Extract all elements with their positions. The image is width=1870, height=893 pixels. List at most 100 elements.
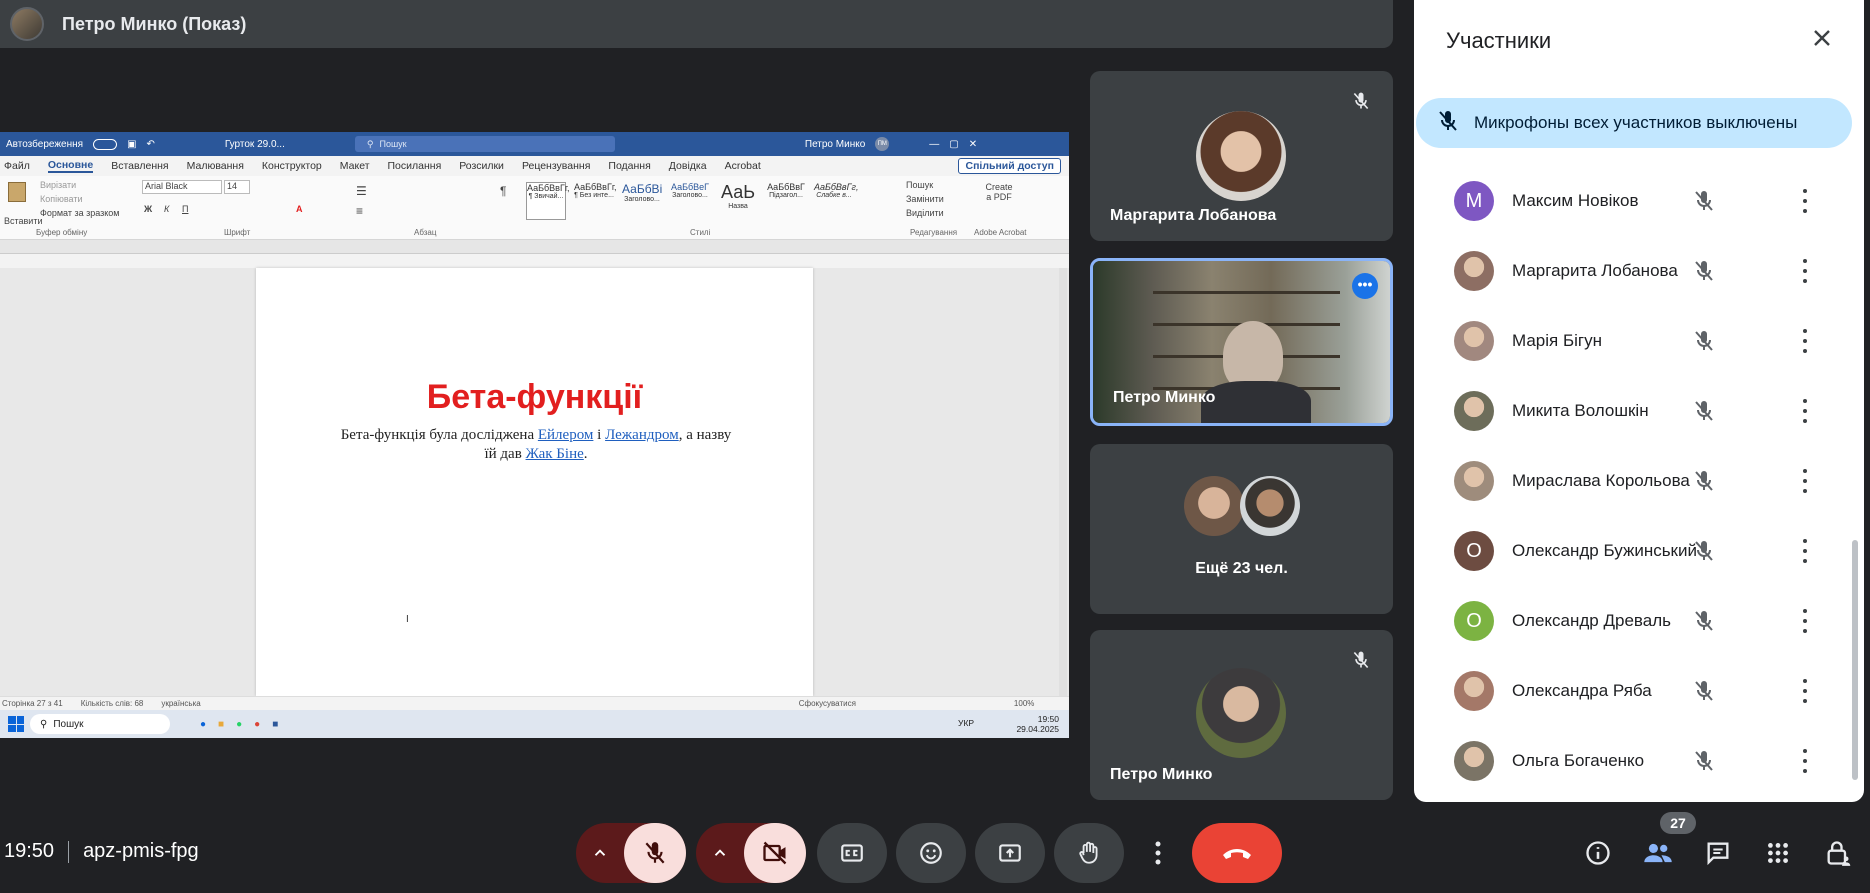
more-options-button[interactable]: [1140, 823, 1176, 883]
others-tile[interactable]: Ещё 23 чел.: [1090, 444, 1393, 614]
tab-layout[interactable]: Макет: [340, 160, 370, 172]
captions-button[interactable]: [817, 823, 887, 883]
style-title[interactable]: АаЬ Назва: [718, 182, 758, 220]
list-item[interactable]: М Максим Новіков: [1414, 166, 1854, 236]
list-item[interactable]: О Олександр Бужинський: [1414, 516, 1854, 586]
list-item[interactable]: Ольга Богаченко: [1414, 726, 1854, 796]
taskbar-search[interactable]: ⚲ Пошук: [30, 714, 170, 734]
paste-icon[interactable]: [8, 182, 32, 212]
link-euler[interactable]: Ейлером: [538, 427, 594, 443]
more-options-icon[interactable]: [1802, 399, 1808, 423]
replace-button[interactable]: Замінити: [906, 194, 944, 204]
people-button[interactable]: [1640, 836, 1676, 870]
tab-acrobat[interactable]: Acrobat: [725, 160, 761, 172]
keyboard-language[interactable]: УКР: [958, 718, 974, 728]
create-pdf-button[interactable]: Create a PDF: [984, 182, 1014, 202]
tab-mailings[interactable]: Розсилки: [459, 160, 504, 172]
style-subtitle[interactable]: АаБбВвГ Підзагол...: [766, 182, 806, 220]
italic-button[interactable]: К: [164, 204, 169, 214]
minimize-icon[interactable]: —: [929, 139, 939, 150]
underline-button[interactable]: П: [182, 204, 188, 214]
more-options-icon[interactable]: [1802, 679, 1808, 703]
copy-button[interactable]: Копіювати: [40, 194, 83, 204]
edge-icon[interactable]: ●: [200, 719, 206, 730]
more-options-icon[interactable]: •••: [1352, 273, 1378, 299]
more-options-icon[interactable]: [1802, 609, 1808, 633]
chevron-up-icon[interactable]: [696, 844, 744, 862]
chevron-up-icon[interactable]: [576, 844, 624, 862]
participant-tile[interactable]: Маргарита Лобанова: [1090, 71, 1393, 241]
chrome-icon[interactable]: ●: [254, 719, 260, 730]
tab-design[interactable]: Конструктор: [262, 160, 322, 172]
share-button[interactable]: Спільний доступ: [958, 158, 1061, 174]
bold-button[interactable]: Ж: [144, 204, 152, 214]
list-item[interactable]: Марія Бігун: [1414, 306, 1854, 376]
style-subtle-emphasis[interactable]: АаБбВвГг, Слабке в...: [814, 182, 858, 220]
participant-tile-active[interactable]: ••• Петро Минко: [1090, 258, 1393, 426]
more-options-icon[interactable]: [1802, 189, 1808, 213]
tab-file[interactable]: Файл: [4, 160, 30, 172]
style-no-spacing[interactable]: АаБбВвГг, ¶ Без инте...: [574, 182, 617, 220]
more-options-icon[interactable]: [1802, 749, 1808, 773]
windows-start-icon[interactable]: [8, 716, 24, 732]
word-search-box[interactable]: ⚲ Пошук: [354, 136, 615, 152]
more-options-icon[interactable]: [1802, 329, 1808, 353]
list-item[interactable]: Маргарита Лобанова: [1414, 236, 1854, 306]
align-left-icon[interactable]: ≡: [356, 204, 363, 218]
close-icon[interactable]: [1810, 26, 1834, 50]
list-item[interactable]: Олександра Ряба: [1414, 656, 1854, 726]
link-binet[interactable]: Жак Біне: [526, 446, 584, 462]
paste-label[interactable]: Вставити: [4, 216, 43, 226]
save-icon[interactable]: ▣: [127, 139, 136, 150]
select-button[interactable]: Виділити: [906, 208, 944, 218]
format-painter-button[interactable]: Формат за зразком: [40, 208, 120, 218]
tab-draw[interactable]: Малювання: [187, 160, 244, 172]
host-controls-button[interactable]: [1820, 836, 1856, 870]
close-window-icon[interactable]: ✕: [969, 139, 977, 150]
style-normal[interactable]: АаБбВвГг, ¶ Звичай...: [526, 182, 570, 220]
more-options-icon[interactable]: [1802, 539, 1808, 563]
reactions-button[interactable]: [896, 823, 966, 883]
folder-icon[interactable]: ■: [218, 719, 224, 730]
present-screen-button[interactable]: [975, 823, 1045, 883]
link-legendre[interactable]: Лежандром: [605, 427, 679, 443]
style-heading-1[interactable]: АаБбВі Заголово...: [622, 182, 662, 220]
style-heading-2[interactable]: АаБбВеГ Заголово...: [670, 182, 710, 220]
find-button[interactable]: Пошук: [906, 180, 933, 190]
word-app-icon[interactable]: ■: [272, 719, 278, 730]
font-name-select[interactable]: Arial Black: [142, 180, 222, 194]
bullets-icon[interactable]: ☰: [356, 184, 367, 198]
font-size-select[interactable]: 14: [224, 180, 250, 194]
tab-view[interactable]: Подання: [608, 160, 650, 172]
word-user-avatar[interactable]: ПМ: [875, 137, 890, 151]
participant-tile[interactable]: Петро Минко: [1090, 630, 1393, 800]
more-options-icon[interactable]: [1802, 259, 1808, 283]
whatsapp-icon[interactable]: ●: [236, 719, 242, 730]
activities-button[interactable]: [1760, 836, 1796, 870]
more-options-icon[interactable]: [1802, 469, 1808, 493]
autosave-toggle[interactable]: [93, 138, 118, 150]
panel-scrollbar[interactable]: [1852, 540, 1858, 780]
meeting-details-button[interactable]: [1580, 836, 1616, 870]
undo-icon[interactable]: ↶: [147, 139, 155, 150]
list-item[interactable]: Мираслава Корольова: [1414, 446, 1854, 516]
zoom-level[interactable]: 100%: [1014, 699, 1034, 708]
cut-button[interactable]: Вирізати: [40, 180, 76, 190]
mic-toggle-button[interactable]: [624, 823, 686, 883]
tab-insert[interactable]: Вставлення: [111, 160, 168, 172]
maximize-icon[interactable]: ▢: [949, 139, 958, 150]
tab-references[interactable]: Посилання: [388, 160, 442, 172]
list-item[interactable]: О Олександр Древаль: [1414, 586, 1854, 656]
tab-home[interactable]: Основне: [47, 159, 94, 173]
font-color-button[interactable]: A: [296, 204, 303, 214]
tab-review[interactable]: Рецензування: [522, 160, 590, 172]
pilcrow-icon[interactable]: ¶: [500, 184, 506, 198]
focus-button[interactable]: Сфокусуватися: [799, 699, 856, 708]
leave-call-button[interactable]: [1192, 823, 1282, 883]
raise-hand-button[interactable]: [1054, 823, 1124, 883]
chat-button[interactable]: [1700, 836, 1736, 870]
document-scrollbar[interactable]: [1059, 268, 1067, 696]
camera-toggle-button[interactable]: [744, 823, 806, 883]
list-item[interactable]: Микита Волошкін: [1414, 376, 1854, 446]
tab-help[interactable]: Довідка: [669, 160, 707, 172]
